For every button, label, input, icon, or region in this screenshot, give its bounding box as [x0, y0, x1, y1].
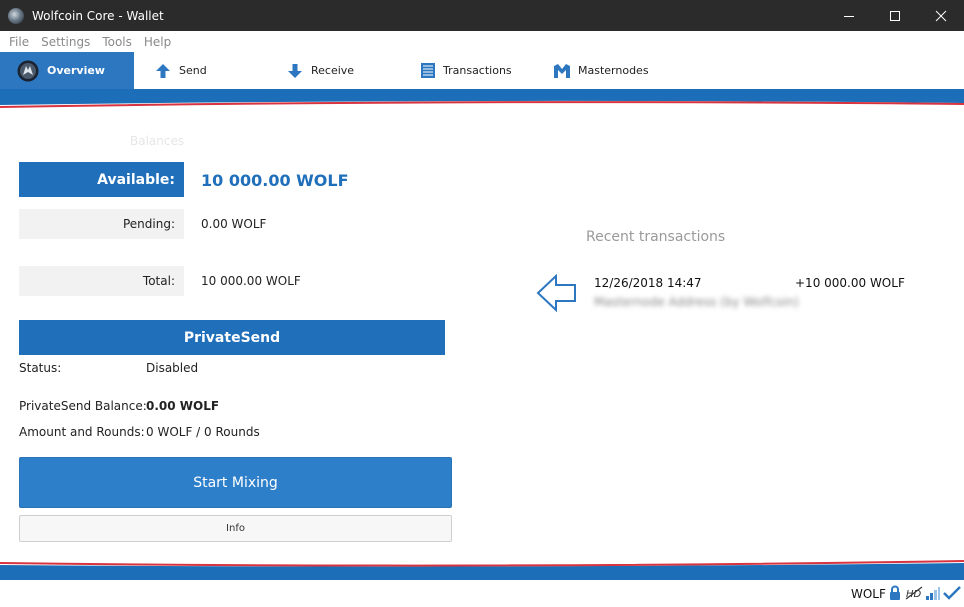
tab-masternodes-label: Masternodes	[578, 64, 649, 77]
minimize-icon	[844, 15, 854, 17]
list-icon	[421, 63, 435, 78]
tab-transactions-label: Transactions	[443, 64, 512, 77]
arrow-down-icon	[287, 63, 303, 79]
window-controls	[826, 0, 964, 31]
hd-disabled-icon: HD	[905, 586, 923, 600]
masternode-m-icon	[554, 63, 570, 78]
close-button[interactable]	[918, 0, 964, 31]
unit-selector[interactable]: WOLF	[851, 587, 886, 601]
privatesend-balance-value: 0.00 WOLF	[146, 399, 220, 413]
arrow-up-icon	[155, 63, 171, 79]
available-value: 10 000.00 WOLF	[201, 171, 349, 190]
svg-text:HD: HD	[906, 589, 922, 600]
footer-stripe	[0, 570, 964, 580]
menu-help[interactable]: Help	[138, 35, 177, 49]
total-value: 10 000.00 WOLF	[201, 274, 301, 288]
privatesend-rounds-label: Amount and Rounds:	[19, 425, 145, 439]
privatesend-balance-label: PrivateSend Balance:	[19, 399, 147, 413]
total-label: Total:	[19, 266, 184, 296]
pending-value: 0.00 WOLF	[201, 217, 267, 231]
wolf-logo-icon	[8, 7, 24, 24]
info-button[interactable]: Info	[19, 515, 452, 542]
menu-bar: File Settings Tools Help	[0, 31, 964, 52]
tab-receive-label: Receive	[311, 64, 355, 77]
connections-icon[interactable]	[925, 585, 941, 601]
pending-label: Pending:	[19, 209, 184, 239]
menu-tools[interactable]: Tools	[96, 35, 138, 49]
transaction-date: 12/26/2018 14:47	[594, 276, 702, 290]
tab-send-label: Send	[179, 64, 207, 77]
privatesend-header: PrivateSend	[19, 320, 445, 355]
tab-overview[interactable]: Overview	[0, 52, 134, 89]
privatesend-status-value: Disabled	[146, 361, 199, 375]
recent-transactions-title: Recent transactions	[586, 229, 726, 245]
tab-send[interactable]: Send	[155, 52, 207, 89]
menu-file[interactable]: File	[3, 35, 35, 49]
balances-title: Balances	[130, 134, 185, 148]
tab-masternodes[interactable]: Masternodes	[554, 52, 649, 89]
tab-transactions[interactable]: Transactions	[421, 52, 512, 89]
transaction-amount: +10 000.00 WOLF	[795, 276, 905, 290]
transaction-label: Masternode Address (by Wolfcoin)	[594, 295, 799, 309]
footer-curve	[0, 560, 964, 571]
header-stripe	[0, 89, 964, 97]
minimize-button[interactable]	[826, 0, 872, 31]
status-bar: WOLF	[0, 580, 964, 607]
close-icon	[935, 10, 947, 21]
title-bar: Wolfcoin Core - Wallet	[0, 0, 964, 31]
available-label: Available:	[19, 162, 184, 197]
window-title: Wolfcoin Core - Wallet	[32, 8, 164, 23]
privatesend-rounds-value: 0 WOLF / 0 Rounds	[146, 425, 260, 439]
lock-icon[interactable]	[887, 585, 903, 601]
tab-receive[interactable]: Receive	[287, 52, 354, 89]
start-mixing-button[interactable]: Start Mixing	[19, 457, 452, 508]
wolf-logo-icon	[17, 60, 39, 82]
header-curve	[0, 97, 964, 108]
tab-overview-label: Overview	[47, 64, 105, 77]
synced-check-icon	[943, 586, 961, 600]
incoming-arrow-icon	[536, 274, 576, 312]
menu-settings[interactable]: Settings	[35, 35, 96, 49]
maximize-icon	[890, 10, 900, 21]
privatesend-status-label: Status:	[19, 361, 62, 375]
maximize-button[interactable]	[872, 0, 918, 31]
nav-bar: Overview Send Receive Transactions Maste	[0, 52, 964, 89]
